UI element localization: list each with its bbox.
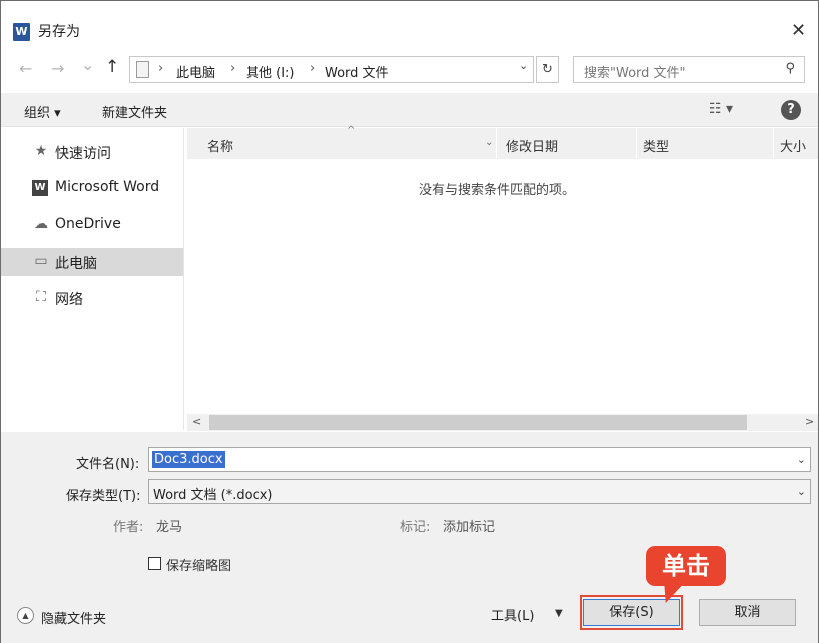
search-input[interactable]: 搜索"Word 文件" ⚲ [573,56,805,83]
cloud-icon: ☁ [34,216,48,232]
chevron-right-icon: › [158,61,164,76]
column-label: 大小 [780,140,807,155]
column-header-row: ^ 名称 ⌄ 修改日期 类型 大小 [187,125,818,159]
save-thumbnail-label[interactable]: 保存缩略图 [166,555,231,574]
address-bar[interactable]: › 此电脑 › 其他 (I:) › Word 文件 [129,56,534,83]
back-arrow-icon[interactable]: ← [19,59,32,78]
tags-label: 标记: [400,520,431,535]
refresh-button[interactable]: ↻ [536,56,559,83]
save-options-panel: 文件名(N): Doc3.docx ⌄ 保存类型(T): Word 文档 (*.… [1,432,818,643]
star-icon: ★ [34,143,48,159]
chevron-down-icon[interactable]: ⌄ [519,59,528,72]
word-icon: W [32,180,48,196]
sidebar-item-label: 网络 [55,292,83,308]
recent-locations-icon[interactable]: ⌄ [81,55,94,74]
search-icon[interactable]: ⚲ [785,61,795,76]
sidebar-item-label: Microsoft Word [55,179,160,195]
sidebar-item-microsoft-word[interactable]: W Microsoft Word [1,174,183,202]
tags-field[interactable]: 添加标记 [443,516,495,535]
help-icon[interactable]: ? [781,100,801,120]
filename-value: Doc3.docx [152,451,225,468]
column-label: 类型 [643,140,670,155]
save-thumbnail-checkbox[interactable] [148,557,161,570]
breadcrumb-other-drive[interactable]: 其他 (I:) [246,62,295,81]
command-toolbar: 组织 ▾ 新建文件夹 ☷ ▾ ? [1,93,818,127]
file-list[interactable]: ^ 名称 ⌄ 修改日期 类型 大小 没有与搜索条件匹配的项。 < > [187,125,818,431]
chevron-right-icon: › [310,61,316,76]
network-icon: ⛶ [36,289,46,305]
organize-menu[interactable]: 组织 ▾ [24,102,61,121]
column-header-name[interactable]: ^ 名称 ⌄ [187,125,497,159]
navigation-bar: ← → ⌄ ↑ › 此电脑 › 其他 (I:) › Word 文件 ⌄ ↻ 搜索… [1,51,818,89]
chevron-right-icon: › [230,61,236,76]
forward-arrow-icon[interactable]: → [51,59,64,78]
column-label: 修改日期 [506,140,559,155]
new-folder-button[interactable]: 新建文件夹 [102,102,167,121]
column-header-size[interactable]: 大小 [774,128,818,159]
chevron-down-icon[interactable]: ⌄ [797,485,806,498]
up-arrow-icon[interactable]: ↑ [105,57,119,77]
collapse-up-icon[interactable]: ▲ [17,607,34,624]
sidebar-item-this-pc[interactable]: ▭ 此电脑 [1,248,183,276]
word-icon: W [13,23,30,41]
title-bar: W 另存为 ✕ [1,1,818,41]
scroll-right-icon[interactable]: > [805,415,814,428]
horizontal-scrollbar[interactable]: < > [187,414,818,431]
sidebar-item-onedrive[interactable]: ☁ OneDrive [1,211,183,239]
dropdown-arrow-icon[interactable]: ▼ [555,608,563,619]
column-header-date[interactable]: 修改日期 [497,128,637,159]
filename-label: 文件名(N): [76,457,140,472]
author-field[interactable]: 龙马 [156,516,182,535]
sidebar-item-network[interactable]: ⛶ 网络 [1,284,183,312]
sidebar-item-label: 此电脑 [55,256,97,272]
filetype-select[interactable]: Word 文档 (*.docx) ⌄ [148,479,811,504]
column-label: 名称 [207,140,234,155]
cancel-button[interactable]: 取消 [699,599,796,626]
computer-icon: ▭ [34,253,48,269]
chevron-down-icon[interactable]: ⌄ [485,137,493,148]
chevron-down-icon[interactable]: ⌄ [797,453,806,466]
sort-ascending-icon: ^ [347,125,356,136]
close-icon[interactable]: ✕ [791,21,806,41]
sidebar-item-label: OneDrive [55,216,121,232]
view-options-icon[interactable]: ☷ ▾ [709,101,733,117]
author-label: 作者: [113,520,144,535]
column-header-type[interactable]: 类型 [637,128,774,159]
sidebar-item-label: 快速访问 [55,146,111,162]
filetype-value: Word 文档 (*.docx) [153,488,273,503]
breadcrumb-word-folder[interactable]: Word 文件 [325,62,389,81]
location-icon [136,61,149,78]
navigation-pane: ★ 快速访问 W Microsoft Word ☁ OneDrive ▭ 此电脑… [1,128,184,430]
click-callout: 单击 [646,546,726,586]
breadcrumb-this-pc[interactable]: 此电脑 [176,62,215,81]
filetype-label: 保存类型(T): [66,489,141,504]
tools-menu[interactable]: 工具(L) [491,605,534,624]
sidebar-item-quick-access[interactable]: ★ 快速访问 [1,138,183,166]
scroll-left-icon[interactable]: < [192,415,201,428]
hide-folders-button[interactable]: 隐藏文件夹 [41,608,106,627]
filename-field[interactable]: Doc3.docx ⌄ [148,447,811,472]
empty-message: 没有与搜索条件匹配的项。 [419,183,576,198]
scrollbar-thumb[interactable] [209,415,747,430]
dialog-title: 另存为 [38,24,80,40]
search-placeholder: 搜索"Word 文件" [584,66,686,81]
